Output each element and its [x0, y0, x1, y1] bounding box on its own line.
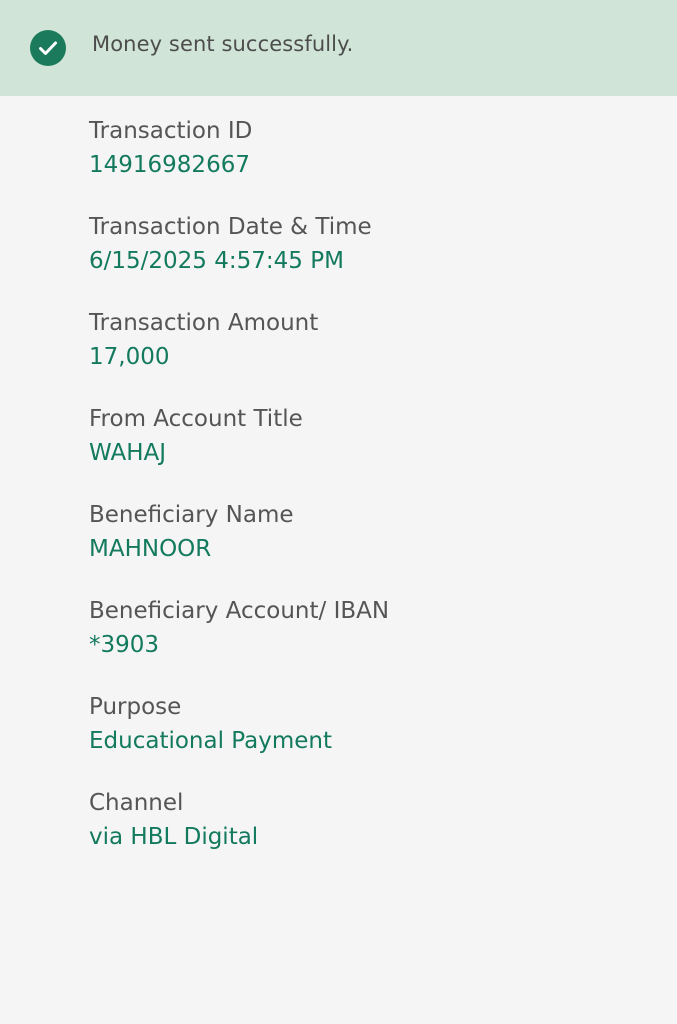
detail-row-transaction-date-time: Transaction Date & Time 6/15/2025 4:57:4…: [89, 212, 649, 308]
detail-label: Channel: [89, 790, 184, 816]
detail-value: via HBL Digital: [89, 824, 259, 850]
detail-value: MAHNOOR: [89, 536, 212, 562]
detail-row-from-account-title: From Account Title WAHAJ: [89, 404, 649, 500]
detail-value: 6/15/2025 4:57:45 PM: [89, 248, 344, 274]
detail-row-transaction-id: Transaction ID 14916982667: [89, 116, 649, 212]
detail-row-transaction-amount: Transaction Amount 17,000: [89, 308, 649, 404]
detail-row-beneficiary-name: Beneficiary Name MAHNOOR: [89, 500, 649, 596]
detail-value: WAHAJ: [89, 440, 167, 466]
detail-value: 14916982667: [89, 152, 250, 178]
success-banner: Money sent successfully.: [0, 0, 677, 96]
detail-row-beneficiary-account: Beneficiary Account/ IBAN *3903: [89, 596, 649, 692]
transaction-details: Transaction ID 14916982667 Transaction D…: [89, 116, 649, 884]
detail-label: Beneficiary Name: [89, 502, 294, 528]
check-circle-icon: [30, 30, 66, 66]
detail-label: Transaction Date & Time: [89, 214, 372, 240]
detail-row-purpose: Purpose Educational Payment: [89, 692, 649, 788]
detail-value: *3903: [89, 632, 160, 658]
detail-label: Transaction Amount: [89, 310, 319, 336]
detail-value: 17,000: [89, 344, 170, 370]
detail-label: Purpose: [89, 694, 182, 720]
detail-row-channel: Channel via HBL Digital: [89, 788, 649, 884]
detail-value: Educational Payment: [89, 728, 332, 754]
detail-label: Transaction ID: [89, 118, 253, 144]
detail-label: From Account Title: [89, 406, 303, 432]
detail-label: Beneficiary Account/ IBAN: [89, 598, 390, 624]
success-message: Money sent successfully.: [92, 32, 354, 56]
